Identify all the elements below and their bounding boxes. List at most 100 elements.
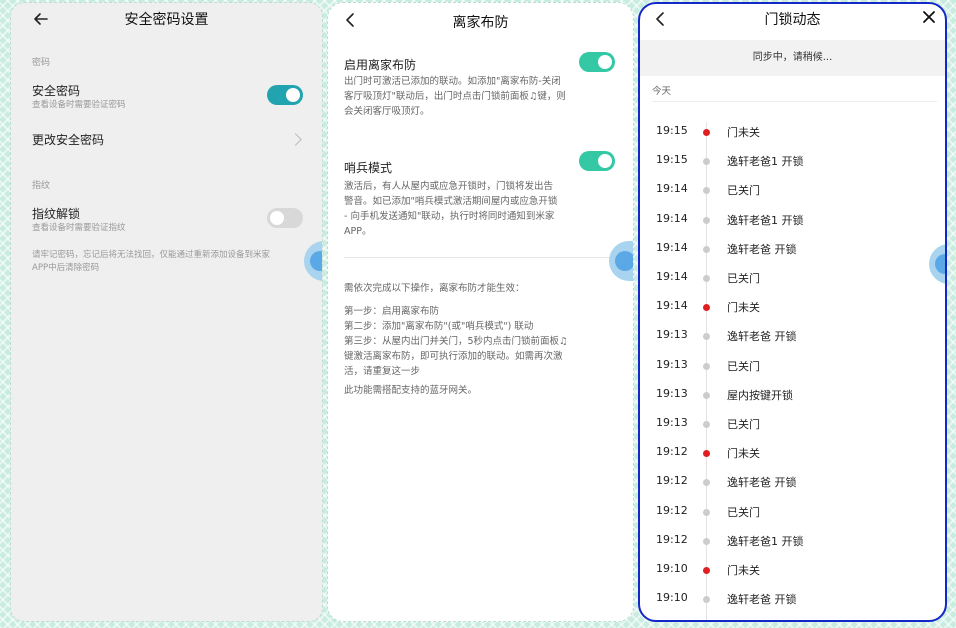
event-row[interactable]: 19:13 逸轩老爸 开锁 [640,326,945,346]
event-time: 19:14 [656,299,688,313]
event-time: 19:14 [656,182,688,196]
lock-activity-panel: 门锁动态 同步中，请稍候... 今天 19:15 门未关 19:15 逸轩老爸1 开锁… [638,2,947,622]
event-row[interactable]: 19:12 逸轩老爸1 开锁 [640,531,945,551]
event-time: 19:10 [656,562,688,575]
away-desc-line-2: 客厅吸顶灯"联动后，出门时点击门锁前面板♫键，则 [344,91,566,102]
event-text: 已关门 [727,184,760,198]
event-row[interactable]: 19:14 已关门 [640,268,945,288]
password-note-line-2: APP中后清除密码 [32,263,100,273]
event-time: 19:14 [656,211,688,225]
event-row[interactable]: 19:10 逸轩老爸 开锁 [640,589,945,609]
event-row[interactable]: 19:13 屋内按键开锁 [640,385,945,405]
alert-dot-icon [703,450,710,458]
event-text: 门未关 [727,564,760,577]
event-time: 19:12 [656,445,688,459]
password-note-line-1: 请牢记密码，忘记后将无法找回，仅能通过重新添加设备到米家 [32,250,271,260]
timeline-dot-icon [703,245,710,253]
safe-password-desc: 查看设备时需要验证密码 [32,100,126,110]
safe-password-title: 安全密码 [32,84,81,98]
section-label-fingerprint: 指纹 [32,181,51,191]
event-time: 19:14 [656,270,688,283]
header: 离家布防 [328,3,633,37]
timeline-dot-icon [703,596,710,604]
fingerprint-title: 指纹解锁 [32,207,81,221]
page-title: 离家布防 [452,15,509,31]
divider [344,257,617,258]
event-row[interactable]: 19:15 门未关 [640,122,945,142]
event-row[interactable]: 19:14 逸轩老爸 开锁 [640,239,945,259]
event-text: 门未关 [727,447,760,461]
steps-intro: 需依次完成以下操作，离家布防才能生效： [344,283,525,294]
event-time: 19:13 [656,386,688,400]
safe-password-toggle[interactable] [267,85,303,105]
event-row[interactable]: 19:13 已关门 [640,414,945,434]
step-3-line-2: 键激活离家布防，即可执行添加的联动。如需再次激 [344,351,563,362]
header: 安全密码设置 [11,3,322,37]
timeline-dot-icon [703,391,710,399]
event-time: 19:15 [656,153,688,167]
event-row[interactable]: 19:12 已关门 [640,502,945,522]
floating-assistant-button[interactable] [304,241,322,281]
fingerprint-desc: 查看设备时需要验证指纹 [32,223,126,233]
event-row[interactable]: 19:14 门未关 [640,297,945,317]
security-password-panel: 安全密码设置 密码 安全密码 查看设备时需要验证密码 更改安全密码 指纹 指纹解… [10,2,323,622]
divider [652,101,937,102]
event-time: 19:14 [656,240,688,254]
sentry-mode-toggle[interactable] [579,151,615,171]
event-row[interactable]: 19:15 逸轩老爸1 开锁 [640,151,945,171]
event-text: 屋内按键开锁 [727,388,793,402]
step-1: 第一步：启用离家布防 [344,306,440,317]
event-time: 19:15 [656,124,688,137]
event-row[interactable]: 19:13 已关门 [640,356,945,376]
event-text: 逸轩老爸1 开锁 [727,155,804,169]
step-3-line-3: 活，请重复这一步 [344,366,421,377]
toggle-knob [598,55,612,69]
change-password-label: 更改安全密码 [32,133,105,147]
sentry-desc-line-2: 警音。如已添加"哨兵模式激活期间屋内或应急开锁 [344,196,558,207]
timeline-dot-icon [703,158,710,166]
header: 门锁动态 [640,4,945,38]
floating-assistant-button[interactable] [609,241,633,281]
event-text: 逸轩老爸 开锁 [727,242,797,256]
event-text: 已关门 [727,272,760,285]
assistant-icon [615,251,633,271]
chevron-right-icon [289,133,302,146]
timeline-dot-icon [703,537,710,545]
date-group-label: 今天 [652,86,672,97]
event-row[interactable]: 19:12 逸轩老爸 开锁 [640,472,945,492]
event-row[interactable]: 19:14 逸轩老爸1 开锁 [640,210,945,230]
section-label-password: 密码 [32,58,51,68]
event-text: 已关门 [727,359,760,373]
timeline-dot-icon [703,421,710,428]
timeline-dot-icon [703,216,710,224]
event-row[interactable]: 19:14 已关门 [640,180,945,200]
timeline-dot-icon [703,362,710,370]
event-time: 19:12 [656,474,688,488]
sentry-desc-line-4: APP。 [344,226,372,237]
event-time: 19:13 [656,357,688,371]
fingerprint-toggle[interactable] [267,208,303,228]
event-row[interactable]: 19:12 门未关 [640,443,945,463]
close-icon[interactable] [921,9,937,25]
toggle-knob [286,88,300,102]
step-2: 第二步：添加"离家布防"(或"哨兵模式") 联动 [344,321,534,332]
sentry-desc-line-3: - 向手机发送通知"联动，执行时将同时通知到米家 [344,211,555,222]
page-title: 安全密码设置 [124,12,209,28]
event-time: 19:12 [656,503,688,517]
away-arming-toggle[interactable] [579,52,615,72]
timeline-dot-icon [703,187,710,195]
event-time: 19:10 [656,591,688,605]
away-desc-line-3: 会关闭客厅吸顶灯。 [344,106,430,117]
away-arming-title: 启用离家布防 [344,58,417,72]
event-time: 19:13 [656,328,688,342]
gateway-note: 此功能需搭配支持的蓝牙网关。 [344,385,478,396]
timeline-dot-icon [703,333,710,341]
alert-dot-icon [703,129,710,136]
event-row[interactable]: 19:10 门未关 [640,560,945,580]
event-text: 逸轩老爸 开锁 [727,476,797,490]
assistant-icon [310,251,322,271]
event-text: 逸轩老爸1 开锁 [727,213,804,227]
page-title: 门锁动态 [764,12,821,28]
timeline-dot-icon [703,508,710,516]
event-text: 门未关 [727,301,760,315]
